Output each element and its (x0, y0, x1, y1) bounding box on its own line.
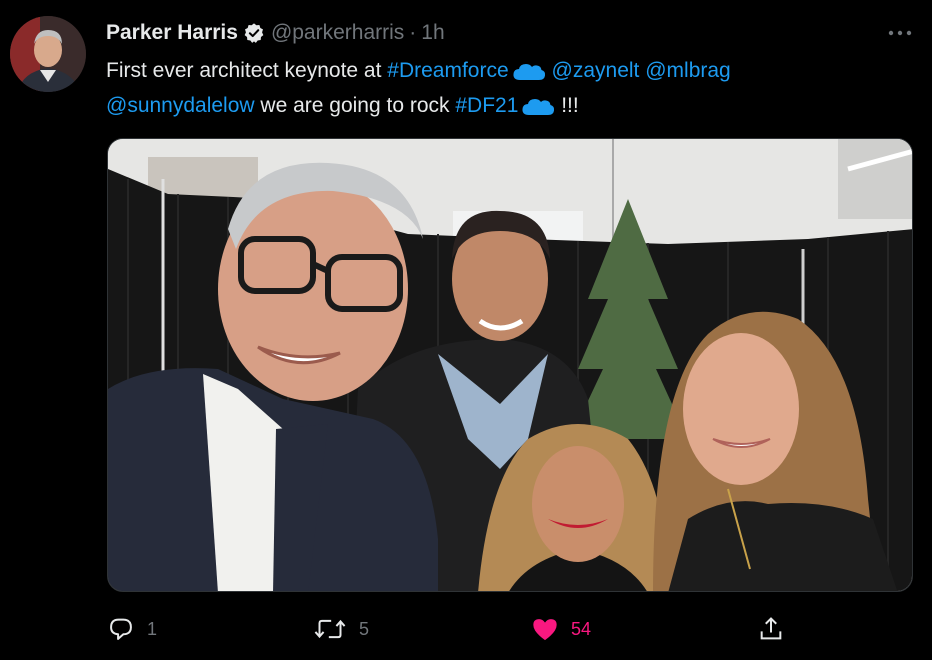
retweet-button[interactable]: 5 (313, 612, 369, 646)
tweet-text: First ever architect keynote at #Dreamfo… (106, 55, 906, 125)
reply-button[interactable]: 1 (107, 612, 157, 646)
more-options-icon[interactable] (886, 22, 914, 44)
share-button[interactable] (757, 612, 785, 646)
reply-count: 1 (147, 618, 158, 639)
tweet: Parker Harris @parkerharris · 1h First e… (0, 0, 932, 660)
avatar[interactable] (10, 16, 86, 92)
salesforce-cloud-icon (521, 94, 555, 125)
tweet-text-segment: we are going to rock (254, 94, 456, 117)
heart-icon (533, 619, 557, 641)
like-count: 54 (571, 618, 592, 639)
author-name[interactable]: Parker Harris (106, 19, 238, 47)
tweet-header: Parker Harris @parkerharris · 1h (106, 19, 445, 47)
mention-zaynelt-link[interactable]: @zaynelt (552, 59, 640, 82)
tweet-text-segment: First ever architect keynote at (106, 59, 388, 82)
like-button[interactable]: 54 (531, 612, 591, 646)
retweet-count: 5 (359, 618, 370, 639)
header-separator: · (409, 21, 417, 44)
mention-sunnydalelow-link[interactable]: @sunnydalelow (106, 94, 255, 117)
hashtag-df21-link[interactable]: #DF21 (455, 94, 518, 117)
tweet-time[interactable]: 1h (421, 19, 444, 47)
mention-mlbrag-link[interactable]: @mlbrag (645, 59, 731, 82)
retweet-icon (314, 619, 346, 639)
tweet-text-segment: !!! (555, 94, 579, 117)
share-icon (760, 617, 782, 640)
hashtag-dreamforce-link[interactable]: #Dreamforce (387, 59, 508, 82)
tweet-photo[interactable] (107, 138, 913, 592)
salesforce-cloud-icon (512, 59, 546, 90)
tweet-actions: 1 5 54 (107, 612, 807, 646)
verified-badge-icon (243, 22, 265, 44)
reply-icon (110, 618, 132, 640)
author-handle[interactable]: @parkerharris (271, 19, 404, 47)
